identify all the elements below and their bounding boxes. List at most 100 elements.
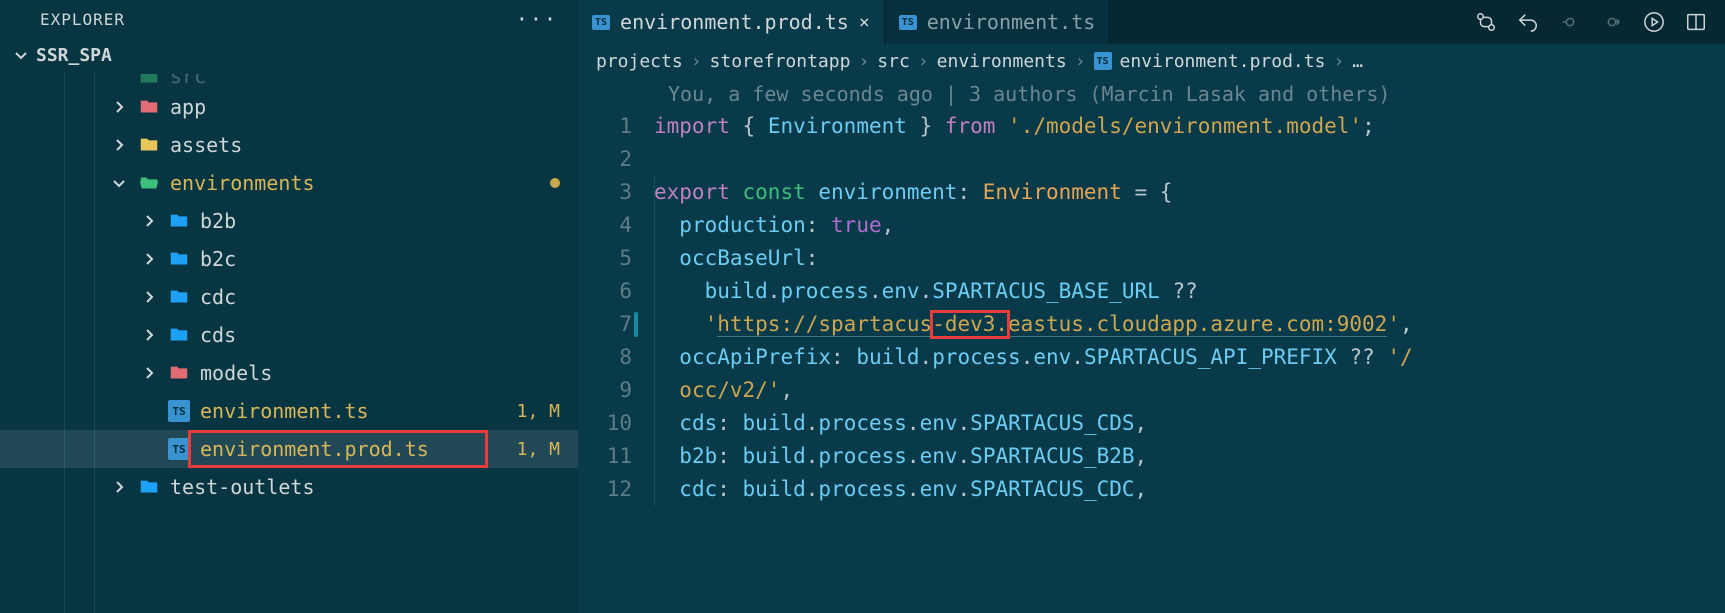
folder-item[interactable]: models: [0, 354, 578, 392]
token: .: [869, 279, 882, 303]
token: const: [743, 180, 819, 204]
token: [654, 312, 705, 336]
chevron-right-icon: [110, 98, 128, 116]
revert-icon[interactable]: [1517, 11, 1539, 33]
editor-area: TS environment.prod.ts ×TS environment.t…: [578, 0, 1725, 613]
ts-file-icon: TS: [592, 15, 610, 30]
tree-item-label: environments: [170, 171, 540, 195]
file-item[interactable]: TSenvironment.ts1, M: [0, 392, 578, 430]
token: .: [907, 411, 920, 435]
token: ,: [882, 213, 895, 237]
token: b2b: [679, 444, 717, 468]
token: eastus.cloudapp.azure.com:9002: [1008, 312, 1387, 337]
folder-item[interactable]: cdc: [0, 278, 578, 316]
folder-item[interactable]: b2b: [0, 202, 578, 240]
token: true: [831, 213, 882, 237]
tree-item-label: environment.ts: [200, 399, 507, 423]
explorer-title: EXPLORER: [40, 10, 125, 29]
token: build: [705, 279, 768, 303]
editor-tab[interactable]: TS environment.ts: [885, 0, 1111, 44]
token: ,: [1400, 312, 1413, 336]
folder-item[interactable]: app: [0, 88, 578, 126]
code-line[interactable]: occApiPrefix: build.process.env.SPARTACU…: [654, 341, 1725, 374]
tree-item-label: cdc: [200, 285, 560, 309]
run-icon[interactable]: [1643, 11, 1665, 33]
crumb[interactable]: projects: [596, 51, 683, 72]
file-tree: src app assets environments b2bb2c cdc cdsmode…: [0, 72, 578, 613]
crumb[interactable]: environments: [937, 51, 1067, 72]
chevron-right-icon: [140, 250, 158, 268]
tab-label: environment.ts: [927, 10, 1096, 34]
next-change-icon[interactable]: [1601, 11, 1623, 33]
code-line[interactable]: cds: build.process.env.SPARTACUS_CDS,: [654, 407, 1725, 440]
tree-item-label: app: [170, 95, 560, 119]
chevron-right-icon: [140, 288, 158, 306]
token: :: [831, 345, 856, 369]
token: env: [920, 477, 958, 501]
code-line[interactable]: build.process.env.SPARTACUS_BASE_URL ??: [654, 275, 1725, 308]
code-line[interactable]: cdc: build.process.env.SPARTACUS_CDC,: [654, 473, 1725, 506]
crumb-more[interactable]: …: [1352, 51, 1363, 72]
token: process: [818, 411, 907, 435]
token: Environment: [768, 114, 920, 138]
code-line[interactable]: occ/v2/',: [654, 374, 1725, 407]
ts-file-icon: TS: [1094, 52, 1112, 70]
folder-item[interactable]: b2c: [0, 240, 578, 278]
close-icon[interactable]: ×: [859, 12, 870, 33]
code-line[interactable]: occBaseUrl:: [654, 242, 1725, 275]
tab-label: environment.prod.ts: [620, 10, 849, 34]
token: [654, 246, 679, 270]
token: ': [705, 312, 718, 336]
crumb-file[interactable]: environment.prod.ts: [1120, 51, 1326, 72]
token: [654, 279, 705, 303]
code-lines[interactable]: import { Environment } from './models/en…: [654, 110, 1725, 613]
token: [654, 411, 679, 435]
folder-item[interactable]: test-outlets: [0, 468, 578, 506]
more-icon[interactable]: ···: [516, 7, 558, 31]
file-item[interactable]: TSenvironment.prod.ts1, M: [0, 430, 578, 468]
workspace-root[interactable]: SSR_SPA: [0, 38, 578, 72]
token: build: [743, 477, 806, 501]
code-line[interactable]: export const environment: Environment = …: [654, 176, 1725, 209]
tree-item-label: src: [170, 74, 560, 88]
folder-item[interactable]: assets: [0, 126, 578, 164]
token: ;: [1362, 114, 1375, 138]
editor-tab[interactable]: TS environment.prod.ts ×: [578, 0, 885, 44]
token: env: [882, 279, 920, 303]
token: build: [743, 444, 806, 468]
token: {: [743, 114, 768, 138]
folder-icon: [168, 324, 190, 346]
folder-item[interactable]: environments: [0, 164, 578, 202]
token: ,: [1135, 477, 1148, 501]
git-status-badge: 1, M: [517, 439, 560, 460]
prev-change-icon[interactable]: [1559, 11, 1581, 33]
folder-item[interactable]: src: [0, 74, 578, 88]
tree-item-label: test-outlets: [170, 475, 560, 499]
token: ??: [1172, 279, 1197, 303]
crumb[interactable]: storefrontapp: [710, 51, 851, 72]
code-line[interactable]: [654, 143, 1725, 176]
token: }: [920, 114, 945, 138]
split-editor-icon[interactable]: [1685, 11, 1707, 33]
token: process: [818, 477, 907, 501]
code-line[interactable]: b2b: build.process.env.SPARTACUS_B2B,: [654, 440, 1725, 473]
token: .: [806, 411, 819, 435]
code-line[interactable]: 'https://spartacus-dev3.eastus.cloudapp.…: [654, 308, 1725, 341]
chevron-right-icon: [110, 478, 128, 496]
token: SPARTACUS_CDC: [970, 477, 1134, 501]
crumb[interactable]: src: [877, 51, 910, 72]
folder-item[interactable]: cds: [0, 316, 578, 354]
code-line[interactable]: import { Environment } from './models/en…: [654, 110, 1725, 143]
code-line[interactable]: production: true,: [654, 209, 1725, 242]
token: .: [1071, 345, 1084, 369]
token: [654, 213, 679, 237]
tree-item-label: environment.prod.ts: [200, 437, 507, 461]
code-editor[interactable]: 123456789101112 import { Environment } f…: [578, 110, 1725, 613]
compare-changes-icon[interactable]: [1475, 11, 1497, 33]
token: process: [932, 345, 1021, 369]
token: from: [945, 114, 1008, 138]
token: env: [920, 411, 958, 435]
breadcrumb[interactable]: projects› storefrontapp› src› environmen…: [578, 44, 1725, 78]
token: = {: [1134, 180, 1172, 204]
token: build: [743, 411, 806, 435]
